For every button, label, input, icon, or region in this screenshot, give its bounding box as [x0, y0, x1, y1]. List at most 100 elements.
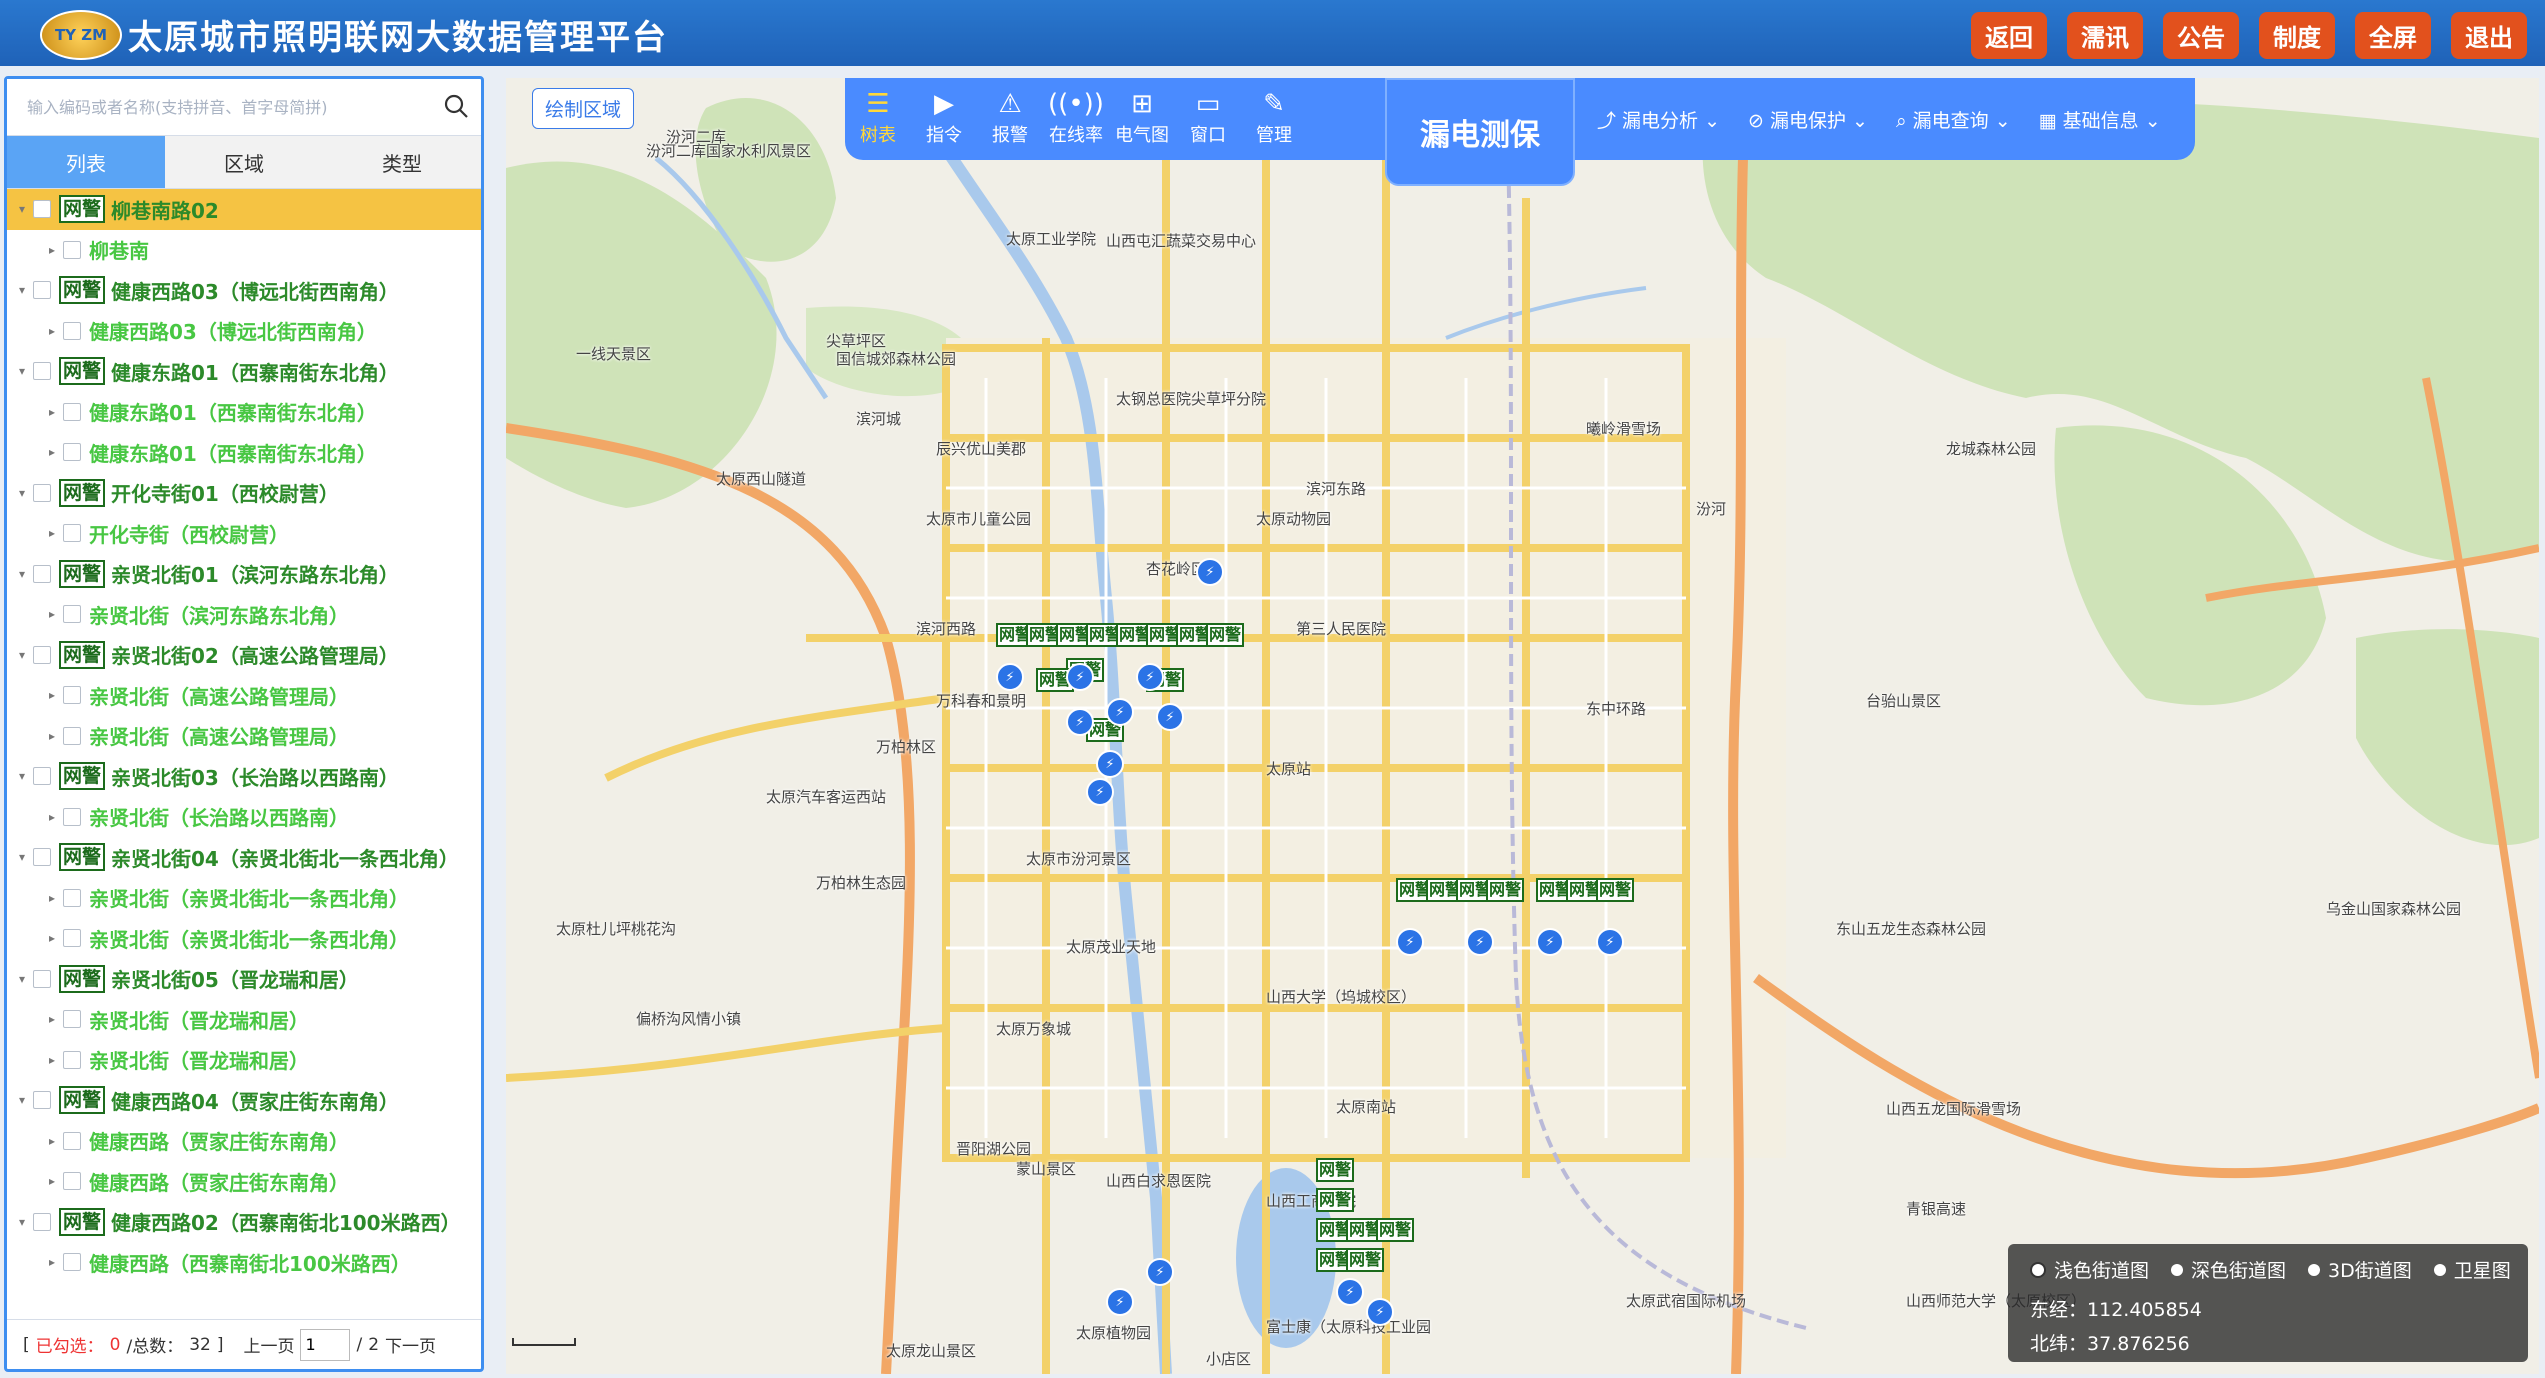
device-cluster-marker[interactable]: 网警: [1596, 878, 1635, 902]
tree-checkbox[interactable]: [63, 524, 81, 543]
tree-checkbox[interactable]: [63, 443, 81, 462]
tab-list[interactable]: 列表: [7, 136, 165, 188]
tree-parent-row[interactable]: ▾ 网警 开化寺街01（西校尉营）: [7, 473, 481, 514]
message-button[interactable]: 濡讯: [2067, 12, 2143, 59]
tab-type[interactable]: 类型: [323, 136, 481, 188]
device-cluster-marker[interactable]: 网警: [1206, 623, 1245, 647]
lightning-pin-icon[interactable]: ⚡: [1106, 1288, 1134, 1316]
lightning-pin-icon[interactable]: ⚡: [1146, 1258, 1174, 1286]
caret-down-icon[interactable]: ▾: [15, 364, 29, 378]
tree-checkbox[interactable]: [33, 281, 51, 300]
caret-right-icon[interactable]: ▸: [45, 243, 59, 257]
tree-checkbox[interactable]: [33, 483, 51, 502]
lightning-pin-icon[interactable]: ⚡: [1336, 1278, 1364, 1306]
tree-child-row[interactable]: ▸ 亲贤北街（高速公路管理局）: [7, 675, 481, 716]
caret-right-icon[interactable]: ▸: [45, 324, 59, 338]
tree-parent-row[interactable]: ▾ 网警 健康西路03（博远北街西南角）: [7, 270, 481, 311]
lightning-pin-icon[interactable]: ⚡: [1096, 750, 1124, 778]
device-cluster-marker[interactable]: 网警: [1316, 1188, 1355, 1212]
map-canvas[interactable]: 汾河二库国家水利风景区 汾河二库 太原工业学院 山西屯汇蔬菜交易中心 一线天景区 国信城郊…: [506, 78, 2539, 1374]
tree-child-row[interactable]: ▸ 亲贤北街（晋龙瑞和居）: [7, 1040, 481, 1081]
caret-right-icon[interactable]: ▸: [45, 526, 59, 540]
caret-down-icon[interactable]: ▾: [15, 769, 29, 783]
tree-child-row[interactable]: ▸ 健康东路01（西寨南街东北角）: [7, 432, 481, 473]
tree-child-row[interactable]: ▸ 亲贤北街（高速公路管理局）: [7, 716, 481, 757]
notice-button[interactable]: 公告: [2163, 12, 2239, 59]
lightning-pin-icon[interactable]: ⚡: [1596, 928, 1624, 956]
leakage-protection-button[interactable]: 漏电测保: [1385, 78, 1575, 186]
tree-child-row[interactable]: ▸ 健康西路03（博远北街西南角）: [7, 311, 481, 352]
tree-parent-row[interactable]: ▾ 网警 亲贤北街01（滨河东路东北角）: [7, 554, 481, 595]
tree-checkbox[interactable]: [63, 402, 81, 421]
tree-checkbox[interactable]: [63, 240, 81, 259]
search-icon[interactable]: [443, 93, 469, 119]
tree-child-row[interactable]: ▸ 健康西路（贾家庄街东南角）: [7, 1161, 481, 1202]
tree-checkbox[interactable]: [63, 1131, 81, 1150]
leakage-query-dropdown[interactable]: ⌕ 漏电查询 ⌄: [1896, 106, 2011, 133]
caret-down-icon[interactable]: ▾: [15, 1215, 29, 1229]
tree-checkbox[interactable]: [33, 200, 51, 219]
toolbar-item-2[interactable]: ⚠ 报警: [977, 78, 1043, 160]
caret-down-icon[interactable]: ▾: [15, 972, 29, 986]
tree-checkbox[interactable]: [63, 605, 81, 624]
tree-parent-row[interactable]: ▾ 网警 亲贤北街02（高速公路管理局）: [7, 635, 481, 676]
tree-parent-row[interactable]: ▾ 网警 健康西路02（西寨南街北100米路西）: [7, 1202, 481, 1243]
map-style-dark[interactable]: 深色街道图: [2171, 1256, 2286, 1283]
caret-right-icon[interactable]: ▸: [45, 1255, 59, 1269]
lightning-pin-icon[interactable]: ⚡: [1196, 558, 1224, 586]
lightning-pin-icon[interactable]: ⚡: [1066, 663, 1094, 691]
tree-checkbox[interactable]: [33, 645, 51, 664]
tree-checkbox[interactable]: [33, 767, 51, 786]
lightning-pin-icon[interactable]: ⚡: [1466, 928, 1494, 956]
lightning-pin-icon[interactable]: ⚡: [996, 663, 1024, 691]
back-button[interactable]: 返回: [1971, 12, 2047, 59]
leakage-analysis-dropdown[interactable]: ⤴ 漏电分析 ⌄: [1597, 106, 1720, 133]
tree-parent-row[interactable]: ▾ 网警 柳巷南路02: [7, 189, 481, 230]
tree-child-row[interactable]: ▸ 健康东路01（西寨南街东北角）: [7, 392, 481, 433]
tree-parent-row[interactable]: ▾ 网警 健康西路04（贾家庄街东南角）: [7, 1080, 481, 1121]
prev-page-link[interactable]: 上一页: [243, 1332, 294, 1357]
caret-right-icon[interactable]: ▸: [45, 688, 59, 702]
tree-child-row[interactable]: ▸ 开化寺街（西校尉营）: [7, 513, 481, 554]
tree-checkbox[interactable]: [63, 807, 81, 826]
toolbar-item-1[interactable]: ▶ 指令: [911, 78, 977, 160]
tree-child-row[interactable]: ▸ 亲贤北街（亲贤北街北一条西北角）: [7, 918, 481, 959]
tree-parent-row[interactable]: ▾ 网警 亲贤北街05（晋龙瑞和居）: [7, 959, 481, 1000]
tree-checkbox[interactable]: [63, 1172, 81, 1191]
tree-checkbox[interactable]: [33, 1212, 51, 1231]
caret-right-icon[interactable]: ▸: [45, 1053, 59, 1067]
tree-child-row[interactable]: ▸ 亲贤北街（长治路以西路南）: [7, 797, 481, 838]
lightning-pin-icon[interactable]: ⚡: [1366, 1298, 1394, 1326]
next-page-link[interactable]: 下一页: [385, 1332, 436, 1357]
lightning-pin-icon[interactable]: ⚡: [1086, 778, 1114, 806]
tree-checkbox[interactable]: [33, 848, 51, 867]
tree-checkbox[interactable]: [63, 321, 81, 340]
caret-down-icon[interactable]: ▾: [15, 486, 29, 500]
caret-right-icon[interactable]: ▸: [45, 729, 59, 743]
map-style-light[interactable]: 浅色街道图: [2030, 1256, 2149, 1283]
caret-down-icon[interactable]: ▾: [15, 1093, 29, 1107]
caret-down-icon[interactable]: ▾: [15, 648, 29, 662]
caret-down-icon[interactable]: ▾: [15, 283, 29, 297]
tree-checkbox[interactable]: [33, 564, 51, 583]
fullscreen-button[interactable]: 全屏: [2355, 12, 2431, 59]
toolbar-item-6[interactable]: ✎ 管理: [1241, 78, 1307, 160]
caret-down-icon[interactable]: ▾: [15, 850, 29, 864]
logout-button[interactable]: 退出: [2451, 12, 2527, 59]
caret-down-icon[interactable]: ▾: [15, 202, 29, 216]
device-cluster-marker[interactable]: 网警: [1346, 1248, 1385, 1272]
device-cluster-marker[interactable]: 网警: [1376, 1218, 1415, 1242]
draw-region-button[interactable]: 绘制区域: [532, 88, 635, 129]
tree-child-row[interactable]: ▸ 健康西路（西寨南街北100米路西）: [7, 1242, 481, 1283]
tree-child-row[interactable]: ▸ 柳巷南: [7, 230, 481, 271]
device-cluster-marker[interactable]: 网警: [1486, 878, 1525, 902]
tree-child-row[interactable]: ▸ 亲贤北街（晋龙瑞和居）: [7, 999, 481, 1040]
caret-right-icon[interactable]: ▸: [45, 1134, 59, 1148]
lightning-pin-icon[interactable]: ⚡: [1066, 708, 1094, 736]
lightning-pin-icon[interactable]: ⚡: [1136, 663, 1164, 691]
tree-child-row[interactable]: ▸ 亲贤北街（亲贤北街北一条西北角）: [7, 878, 481, 919]
tree-checkbox[interactable]: [63, 1050, 81, 1069]
toolbar-item-0[interactable]: ☰ 树表: [845, 78, 911, 160]
toolbar-item-5[interactable]: ▭ 窗口: [1175, 78, 1241, 160]
tree-parent-row[interactable]: ▾ 网警 亲贤北街03（长治路以西路南）: [7, 756, 481, 797]
